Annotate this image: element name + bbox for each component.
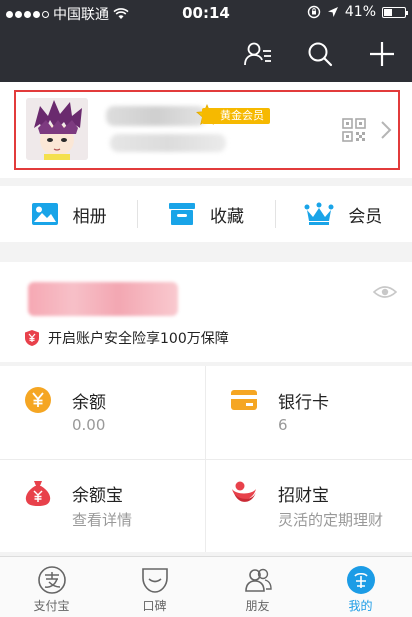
blurred-total-amount <box>28 282 178 316</box>
membership-label: 会员 <box>348 206 383 227</box>
zhaocaibao-title: 招财宝 <box>278 486 329 506</box>
zhaocaibao-desc: 灵活的定期理财 <box>278 511 384 529</box>
contacts-icon[interactable] <box>242 38 274 70</box>
profile-highlight: 黄金会员 <box>14 90 400 170</box>
favorites-button[interactable]: 收藏 <box>137 186 274 242</box>
rotation-lock-icon <box>307 5 321 19</box>
yuebao-title: 余额宝 <box>72 486 123 506</box>
koubei-icon <box>141 568 168 593</box>
membership-button[interactable]: 会员 <box>274 186 412 242</box>
quick-actions: 相册 收藏 会员 <box>0 186 412 242</box>
favorites-label: 收藏 <box>209 206 244 227</box>
chevron-right-icon <box>381 121 392 139</box>
yuebao-cell[interactable]: 余额宝 查看详情 <box>0 459 206 552</box>
top-header: 中国联通 00:14 41% <box>0 0 412 82</box>
bank-card-title: 银行卡 <box>278 393 329 413</box>
album-label: 相册 <box>72 206 107 227</box>
album-button[interactable]: 相册 <box>0 186 137 242</box>
battery-icon <box>382 6 408 18</box>
bank-card-cell[interactable]: 银行卡 6 <box>206 366 412 459</box>
status-right: 41% <box>307 4 408 20</box>
friends-icon <box>244 568 272 592</box>
zhaocaibao-cell[interactable]: 招财宝 灵活的定期理财 <box>206 459 412 552</box>
album-icon <box>31 203 58 225</box>
assets-grid: 余额 0.00 银行卡 6 余额宝 查看详情 招财宝 灵活的定期理财 <box>0 366 412 552</box>
tab-mine-label: 我的 <box>348 599 373 613</box>
yuebao-detail: 查看详情 <box>72 511 133 529</box>
zhaocaibao-icon <box>232 481 256 502</box>
qr-code-icon[interactable] <box>342 118 366 142</box>
balance-title: 余额 <box>72 393 106 413</box>
tab-alipay[interactable]: 支付宝 <box>0 557 103 617</box>
tab-friends[interactable]: 朋友 <box>206 557 309 617</box>
mine-icon <box>346 566 375 594</box>
battery-percent: 41% <box>344 4 376 20</box>
add-icon[interactable] <box>366 38 398 70</box>
money-bag-icon <box>25 481 51 506</box>
account-security-promo[interactable]: 开启账户安全险享100万保障 <box>24 328 229 348</box>
alipay-icon <box>37 566 66 594</box>
yuan-coin-icon <box>25 387 51 413</box>
bank-card-count: 6 <box>278 416 288 434</box>
blurred-nickname <box>106 106 206 126</box>
avatar[interactable] <box>26 98 88 160</box>
member-level-badge: 黄金会员 <box>202 108 270 124</box>
status-bar: 中国联通 00:14 41% <box>0 0 412 26</box>
profile-card[interactable]: 黄金会员 <box>0 82 412 178</box>
tab-friends-label: 朋友 <box>245 599 270 613</box>
header-toolbar <box>242 38 398 70</box>
alipay-my-screen: 中国联通 00:14 41% 黄金会员 相册 收藏 会员 开启账户安全险享100… <box>0 0 412 617</box>
tab-koubei-label: 口碑 <box>142 599 167 613</box>
search-icon[interactable] <box>304 38 336 70</box>
favorites-icon <box>168 203 195 225</box>
bank-card-icon <box>231 390 257 410</box>
tab-alipay-label: 支付宝 <box>33 599 70 613</box>
shield-yuan-icon <box>25 330 39 346</box>
location-arrow-icon <box>327 7 338 17</box>
tab-mine[interactable]: 我的 <box>309 557 412 617</box>
tab-koubei[interactable]: 口碑 <box>103 557 206 617</box>
eye-icon[interactable] <box>373 284 397 300</box>
balance-value: 0.00 <box>72 416 106 434</box>
security-promo-text: 开启账户安全险享100万保障 <box>48 331 229 347</box>
crown-icon <box>304 202 334 225</box>
blurred-account <box>110 134 226 152</box>
bottom-tab-bar: 支付宝 口碑 朋友 我的 <box>0 556 412 617</box>
balance-cell[interactable]: 余额 0.00 <box>0 366 206 459</box>
